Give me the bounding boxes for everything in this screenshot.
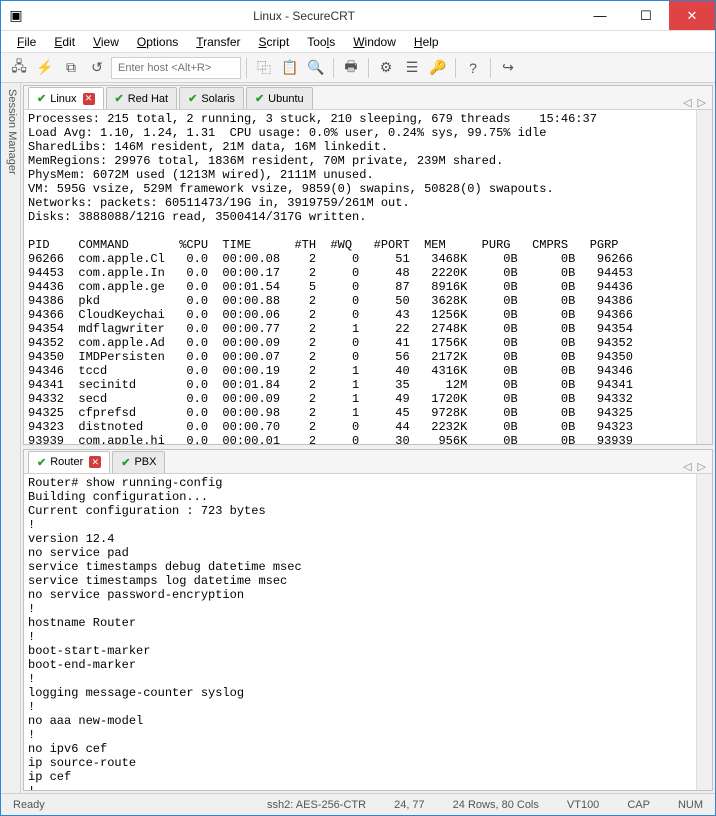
tab-prev-icon[interactable]: ◁ [683, 460, 691, 473]
tab-label: Router [50, 456, 83, 468]
tab-prev-icon[interactable]: ◁ [683, 96, 691, 109]
tab-nav: ◁▷ [683, 460, 712, 473]
scrollbar[interactable] [696, 110, 712, 444]
menu-edit[interactable]: Edit [46, 33, 83, 51]
menubar: File Edit View Options Transfer Script T… [1, 31, 715, 53]
terminal-bottom[interactable]: Router# show running-config Building con… [24, 474, 696, 790]
separator [246, 58, 247, 78]
tab-nav: ◁▷ [683, 96, 712, 109]
copy-icon[interactable]: ⿻ [252, 56, 276, 80]
reconnect-icon[interactable]: ↺ [85, 56, 109, 80]
tab-label: Solaris [201, 93, 235, 105]
panes: ✔Linux✕✔Red Hat✔Solaris✔Ubuntu◁▷ Process… [21, 83, 715, 793]
statusbar: Ready ssh2: AES-256-CTR 24, 77 24 Rows, … [1, 793, 715, 815]
main-area: Session Manager ✔Linux✕✔Red Hat✔Solaris✔… [1, 83, 715, 793]
window-title: Linux - SecureCRT [31, 9, 577, 23]
tab-label: Red Hat [128, 93, 168, 105]
session-options-icon[interactable]: ☰ [400, 56, 424, 80]
status-num: NUM [670, 799, 711, 811]
tab-label: PBX [134, 456, 156, 468]
separator [368, 58, 369, 78]
terminal-wrap: Processes: 215 total, 2 running, 3 stuck… [24, 110, 712, 444]
status-ready: Ready [5, 799, 53, 811]
app-icon: ▣ [1, 7, 31, 24]
menu-file[interactable]: File [9, 33, 44, 51]
check-icon: ✔ [37, 92, 46, 105]
paste-icon[interactable]: 📋 [278, 56, 302, 80]
maximize-button[interactable]: ☐ [623, 1, 669, 30]
status-cursor: 24, 77 [386, 799, 433, 811]
connect-tab-icon[interactable]: ⧉ [59, 56, 83, 80]
tab-close-icon[interactable]: ✕ [83, 93, 95, 105]
separator [455, 58, 456, 78]
tab-linux[interactable]: ✔ Linux ✕ [28, 87, 104, 109]
status-cap: CAP [619, 799, 658, 811]
pane-bottom: ✔Router✕✔PBX◁▷ Router# show running-conf… [23, 449, 713, 791]
status-term: VT100 [559, 799, 607, 811]
terminal-wrap: Router# show running-config Building con… [24, 474, 712, 790]
tabbar-bottom: ✔Router✕✔PBX◁▷ [24, 450, 712, 474]
tab-pbx[interactable]: ✔ PBX [112, 451, 165, 473]
check-icon: ✔ [37, 456, 46, 469]
titlebar: ▣ Linux - SecureCRT — ☐ ✕ [1, 1, 715, 31]
options-icon[interactable]: ⚙ [374, 56, 398, 80]
tab-ubuntu[interactable]: ✔ Ubuntu [246, 87, 313, 109]
separator [333, 58, 334, 78]
check-icon: ✔ [255, 92, 264, 105]
menu-tools[interactable]: Tools [299, 33, 343, 51]
tab-close-icon[interactable]: ✕ [89, 456, 101, 468]
print-icon[interactable]: 🖶 [339, 56, 363, 80]
toolbar: 🖧 ⚡ ⧉ ↺ ⿻ 📋 🔍 🖶 ⚙ ☰ 🔑 ? ↪ [1, 53, 715, 83]
find-icon[interactable]: 🔍 [304, 56, 328, 80]
status-size: 24 Rows, 80 Cols [445, 799, 547, 811]
menu-window[interactable]: Window [345, 33, 404, 51]
menu-view[interactable]: View [85, 33, 127, 51]
menu-transfer[interactable]: Transfer [188, 33, 248, 51]
check-icon: ✔ [188, 92, 197, 105]
tabbar-top: ✔Linux✕✔Red Hat✔Solaris✔Ubuntu◁▷ [24, 86, 712, 110]
minimize-button[interactable]: — [577, 1, 623, 30]
tab-router[interactable]: ✔ Router ✕ [28, 451, 110, 473]
close-button[interactable]: ✕ [669, 1, 715, 30]
window-controls: — ☐ ✕ [577, 1, 715, 30]
tab-label: Ubuntu [268, 93, 303, 105]
session-manager-sidebar[interactable]: Session Manager [1, 83, 21, 793]
terminal-top[interactable]: Processes: 215 total, 2 running, 3 stuck… [24, 110, 696, 444]
tab-solaris[interactable]: ✔ Solaris [179, 87, 244, 109]
separator [490, 58, 491, 78]
menu-script[interactable]: Script [251, 33, 298, 51]
quick-connect-icon[interactable]: ⚡ [33, 56, 57, 80]
menu-options[interactable]: Options [129, 33, 186, 51]
tab-red-hat[interactable]: ✔ Red Hat [106, 87, 178, 109]
key-icon[interactable]: 🔑 [426, 56, 450, 80]
connect-icon[interactable]: 🖧 [7, 56, 31, 80]
menu-help[interactable]: Help [406, 33, 447, 51]
tab-next-icon[interactable]: ▷ [698, 96, 706, 109]
new-icon[interactable]: ↪ [496, 56, 520, 80]
pane-top: ✔Linux✕✔Red Hat✔Solaris✔Ubuntu◁▷ Process… [23, 85, 713, 445]
tab-label: Linux [50, 93, 76, 105]
help-icon[interactable]: ? [461, 56, 485, 80]
host-input[interactable] [111, 57, 241, 79]
tab-next-icon[interactable]: ▷ [698, 460, 706, 473]
scrollbar[interactable] [696, 474, 712, 790]
check-icon: ✔ [121, 456, 130, 469]
check-icon: ✔ [115, 92, 124, 105]
status-cipher: ssh2: AES-256-CTR [259, 799, 374, 811]
